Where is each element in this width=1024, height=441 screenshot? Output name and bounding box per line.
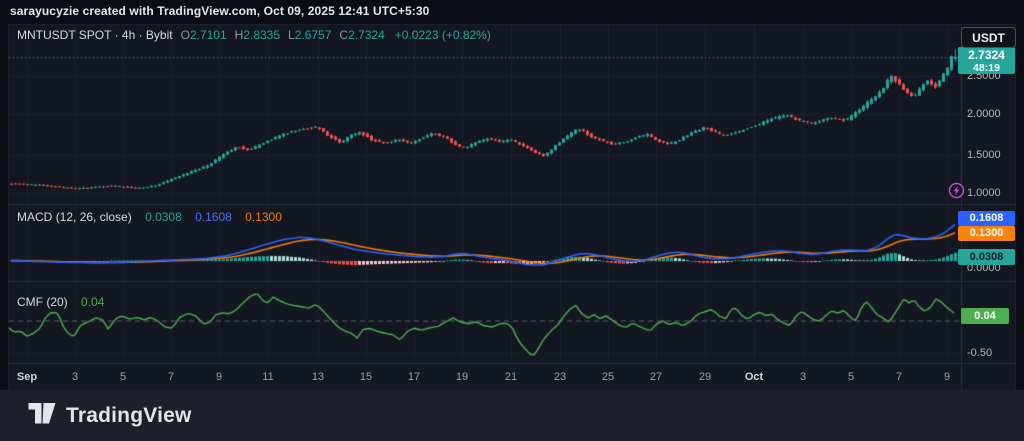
last-price-badge: 2.7324 48:19 — [958, 47, 1015, 74]
time-tick-label: 29 — [699, 371, 711, 383]
time-tick-label: 7 — [896, 371, 902, 383]
low-label: L — [288, 28, 295, 42]
time-tick-label: 13 — [312, 371, 324, 383]
time-tick-label: 5 — [848, 371, 854, 383]
time-tick-label: 3 — [72, 371, 78, 383]
currency-toggle-button[interactable]: USDT — [961, 27, 1016, 48]
close-value: 2.7324 — [348, 28, 385, 42]
time-tick-label: 9 — [216, 371, 222, 383]
high-label: H — [235, 28, 244, 42]
time-tick-label: 23 — [554, 371, 566, 383]
time-tick-label: 17 — [408, 371, 420, 383]
price-tick-label: 1.5000 — [967, 149, 1001, 161]
time-tick-label: 9 — [944, 371, 950, 383]
macd-line-value: 0.1608 — [195, 210, 232, 224]
quick-trade-bolt-icon[interactable] — [948, 182, 965, 199]
time-tick-label: 25 — [602, 371, 614, 383]
price-tick-label: 2.0000 — [967, 108, 1001, 120]
bar-countdown: 48:19 — [958, 62, 1015, 74]
footer: TradingView — [0, 390, 1024, 441]
header-attribution: sarayucyzie created with TradingView.com… — [10, 4, 429, 18]
time-tick-label: 11 — [262, 371, 273, 383]
macd-params: (12, 26, close) — [56, 210, 132, 224]
cmf-value: 0.04 — [81, 295, 104, 309]
macd-signal-badge: 0.1300 — [958, 226, 1015, 241]
time-axis[interactable]: Sep 3 5 7 9 11 13 15 17 19 21 23 25 27 29 Oct 3 5 7 9 — [8, 364, 961, 390]
symbol-legend[interactable]: MNTUSDT SPOT · 4h · Bybit O2.7101 H2.8335 L… — [17, 28, 491, 42]
macd-legend[interactable]: MACD (12, 26, close) 0.0308 0.1608 0.130… — [17, 210, 282, 224]
open-value: 2.7101 — [190, 28, 227, 42]
last-price-value: 2.7324 — [958, 48, 1015, 62]
macd-hist-value: 0.0308 — [145, 210, 182, 224]
tradingview-wordmark[interactable]: TradingView — [66, 404, 192, 428]
time-tick-label: Sep — [17, 371, 37, 383]
macd-hist-badge: 0.0308 — [958, 249, 1015, 265]
time-tick-label: 3 — [800, 371, 806, 383]
high-value: 2.8335 — [243, 28, 280, 42]
close-label: C — [339, 28, 348, 42]
change-value: +0.0223 (+0.82%) — [395, 28, 491, 42]
time-tick-label: Oct — [745, 371, 763, 383]
time-tick-label: 5 — [120, 371, 126, 383]
time-tick-label: 27 — [650, 371, 662, 383]
cmf-badge: 0.04 — [961, 308, 1009, 324]
low-value: 2.6757 — [295, 28, 332, 42]
time-tick-label: 19 — [456, 371, 468, 383]
macd-signal-value: 0.1300 — [245, 210, 282, 224]
price-axis[interactable]: 2.7324 48:19 0.1608 0.1300 0.0308 0.04 2… — [961, 24, 1016, 390]
price-tick-label: 1.0000 — [967, 187, 1001, 199]
cmf-title[interactable]: CMF (20) — [17, 295, 68, 309]
macd-line-badge: 0.1608 — [958, 211, 1015, 226]
macd-title[interactable]: MACD — [17, 210, 52, 224]
cmf-tick-label: -0.50 — [967, 347, 992, 359]
time-tick-label: 21 — [505, 371, 517, 383]
symbol-title[interactable]: MNTUSDT SPOT · 4h · Bybit — [17, 28, 173, 42]
time-tick-label: 15 — [360, 371, 372, 383]
open-label: O — [181, 28, 190, 42]
time-tick-label: 7 — [168, 371, 174, 383]
tradingview-logo-icon[interactable] — [28, 403, 56, 429]
cmf-legend[interactable]: CMF (20) 0.04 — [17, 295, 104, 309]
